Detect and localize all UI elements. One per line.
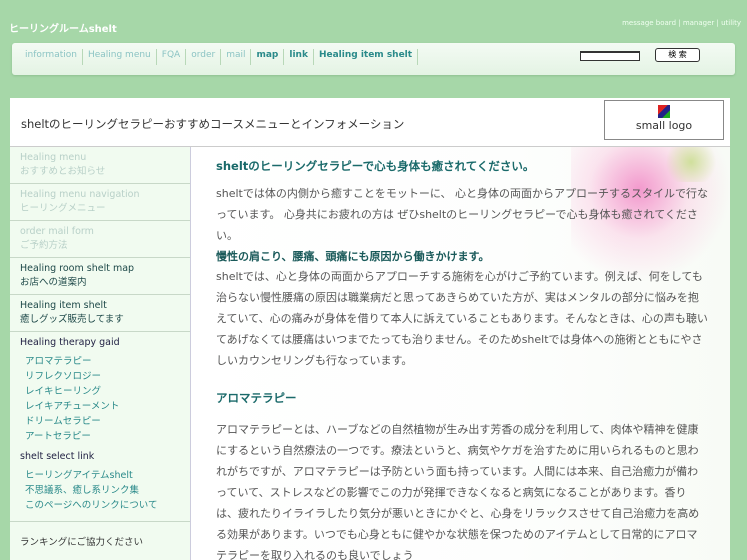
- sidebar-link[interactable]: 不思議系、癒し系リンク集: [20, 483, 180, 498]
- sidebar-item-title: Healing menu: [20, 152, 87, 163]
- logo-label: small logo: [635, 119, 693, 132]
- nav-item-mail[interactable]: mail: [221, 49, 252, 65]
- sidebar-item[interactable]: Healing room shelt map お店への道案内: [10, 258, 190, 295]
- nav-item-order[interactable]: order: [186, 49, 222, 65]
- aroma-paragraph: アロマテラピーとは、ハーブなどの自然植物が生み出す芳香の成分を利用して、肉体や精…: [216, 423, 700, 560]
- nav-items: information Healing menu FQA order mail map li…: [20, 49, 419, 65]
- nav-item-healing-menu[interactable]: Healing menu: [83, 49, 157, 65]
- nav-item-link[interactable]: link: [284, 49, 314, 65]
- sidebar-item-title: Healing menu navigation: [20, 189, 140, 200]
- chronic-paragraph: sheltでは、心と身体の両面からアプローチする施術を心がけご予約ています。例え…: [216, 270, 708, 367]
- search-input[interactable]: [580, 51, 640, 61]
- top-nav: information Healing menu FQA order mail map li…: [12, 43, 735, 75]
- right-margin: [730, 147, 747, 560]
- sidebar-item-title: Healing item shelt: [20, 300, 107, 311]
- page-title: sheltのヒーリングセラピーおすすめコースメニューとインフォメーション: [21, 117, 405, 131]
- nav-item-fqa[interactable]: FQA: [157, 49, 187, 65]
- sidebar-item-sub: 癒しグッズ販売してます: [20, 314, 124, 325]
- sidebar-item[interactable]: order mail form ご予約方法: [10, 221, 190, 258]
- sidebar-item-title: Healing room shelt map: [20, 263, 135, 274]
- sidebar-item[interactable]: Healing menu おすすめとお知らせ: [10, 147, 190, 184]
- select-title: shelt select link: [20, 451, 95, 462]
- ranking-text: ランキングにご協力ください: [20, 537, 144, 548]
- sidebar-item[interactable]: Healing menu navigation ヒーリングメニュー: [10, 184, 190, 221]
- site-title[interactable]: ヒーリングルームshelt: [9, 20, 117, 35]
- sidebar-link[interactable]: アートセラピー: [20, 429, 180, 444]
- heading-main: sheltのヒーリングセラピーで心も身体も癒されてください。: [216, 159, 535, 173]
- broken-image-icon: [658, 105, 670, 118]
- page-header: sheltのヒーリングセラピーおすすめコースメニューとインフォメーション sma…: [10, 98, 730, 147]
- utility-links[interactable]: message board | manager | utility: [622, 19, 741, 27]
- sidebar-link[interactable]: リフレクソロジー: [20, 369, 180, 384]
- sidebar-item-sub: ご予約方法: [20, 240, 68, 251]
- sidebar-link[interactable]: アロマテラピー: [20, 354, 180, 369]
- sidebar-link[interactable]: ドリームセラピー: [20, 414, 180, 429]
- sidebar-item-sub: お店への道案内: [20, 277, 87, 288]
- intro-paragraph: sheltでは体の内側から癒すことをモットーに、 心と身体の両面からアプローチす…: [216, 187, 709, 242]
- sidebar-item-title: order mail form: [20, 226, 94, 237]
- nav-item-information[interactable]: information: [20, 49, 83, 65]
- sidebar-link[interactable]: レイキヒーリング: [20, 384, 180, 399]
- sidebar-item-sub: ヒーリングメニュー: [20, 203, 106, 214]
- sidebar-link[interactable]: ヒーリングアイテムshelt: [20, 468, 180, 483]
- sidebar-link[interactable]: レイキアチューメント: [20, 399, 180, 414]
- therapy-section: Healing therapy gaid アロマテラピー リフレクソロジー レイキヒ…: [10, 332, 190, 522]
- nav-item-healing-item-shelt[interactable]: Healing item shelt: [314, 49, 419, 65]
- sidebar-item-sub: おすすめとお知らせ: [20, 166, 106, 177]
- main-content: sheltのヒーリングセラピーで心も身体も癒されてください。 sheltでは体の…: [191, 147, 730, 560]
- search-button[interactable]: 検 索: [655, 48, 700, 62]
- heading-aroma: アロマテラピー: [216, 391, 297, 405]
- sidebar-item[interactable]: Healing item shelt 癒しグッズ販売してます: [10, 295, 190, 332]
- therapy-title: Healing therapy gaid: [20, 337, 120, 348]
- nav-item-map[interactable]: map: [251, 49, 285, 65]
- heading-chronic: 慢性の肩こり、腰痛、頭痛にも原因から働きかけます。: [216, 250, 490, 263]
- sidebar: Healing menu おすすめとお知らせ Healing menu naviga…: [10, 147, 191, 560]
- small-logo[interactable]: small logo: [604, 100, 724, 140]
- sidebar-link[interactable]: このページへのリンクについて: [20, 498, 180, 513]
